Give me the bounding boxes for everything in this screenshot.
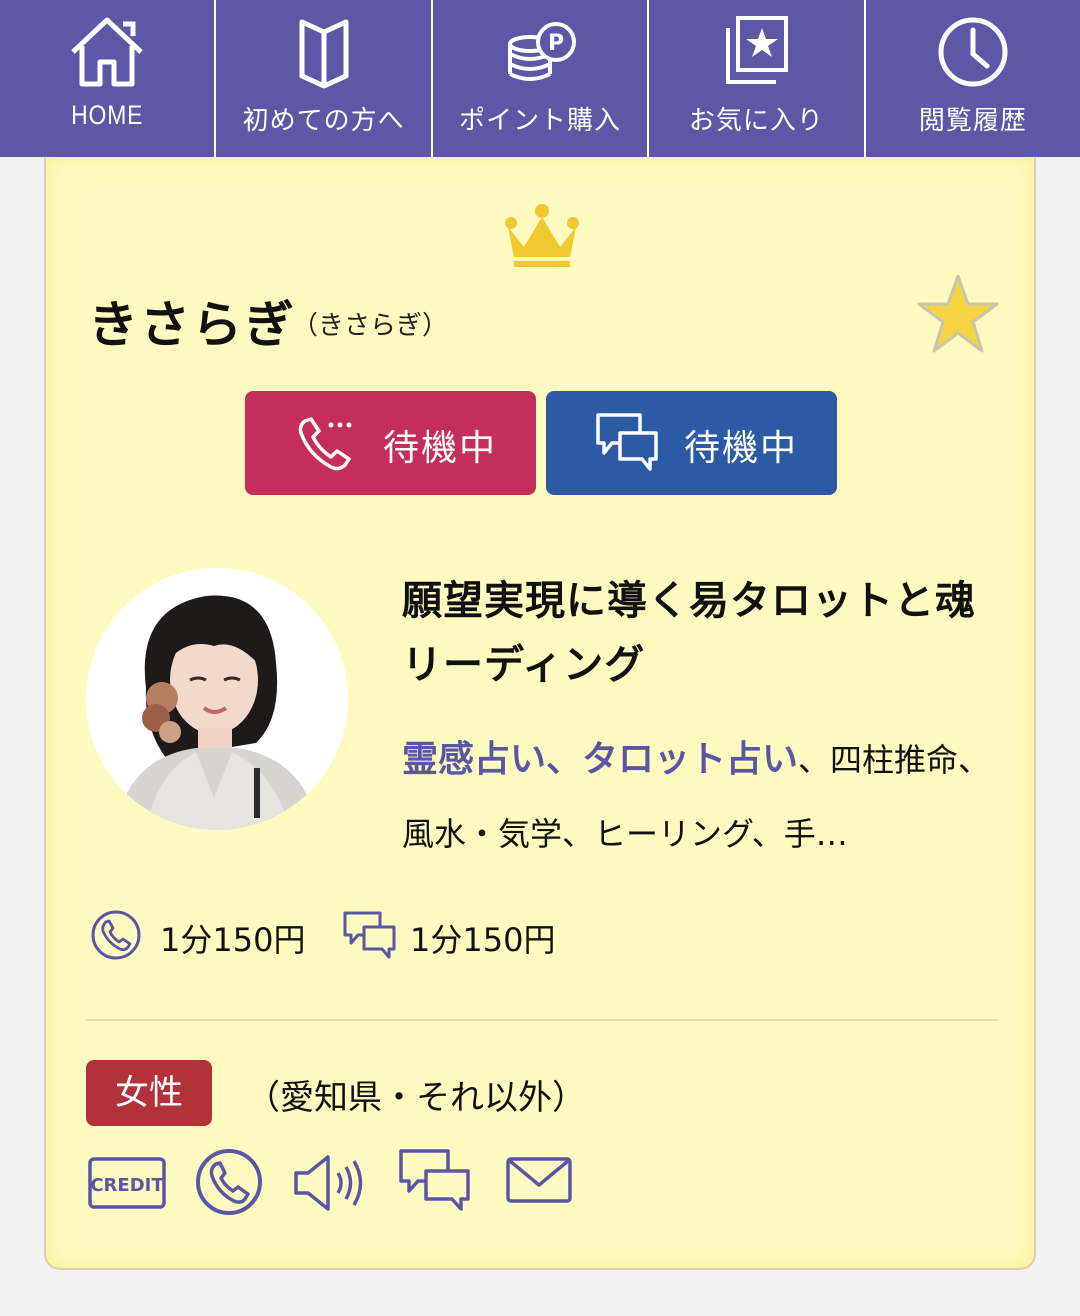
nav-buy-points[interactable]: P ポイント購入 [433,0,650,157]
feature-icons: CREDIT [86,1147,606,1227]
top-nav: HOME 初めての方へ P ポイント購入 お気に入り 閲覧履歴 [0,0,1080,157]
name-reading: （きさらぎ） [292,311,449,341]
nav-home[interactable]: HOME [0,0,217,157]
svg-text:P: P [548,31,564,56]
phone-status-label: 待機中 [383,428,498,469]
genre-list: 霊感占い、タロット占い、四柱推命、風水・気学、ヒーリング、手… [402,723,1002,871]
nav-history-label: 閲覧履歴 [918,106,1027,136]
avatar-photo [86,568,348,830]
nav-history[interactable]: 閲覧履歴 [866,0,1080,157]
mail-icon [506,1157,572,1203]
favorite-star-icon[interactable] [916,272,1000,356]
nav-favorites-label: お気に入り [688,106,824,136]
credit-icon: CREDIT [88,1157,166,1209]
gender-badge: 女性 [86,1060,212,1126]
book-icon [299,19,349,89]
voice-icon [294,1155,363,1211]
svg-text:CREDIT: CREDIT [90,1175,164,1196]
nav-first-time-label: 初めての方へ [242,106,405,136]
phone-icon [196,1149,262,1215]
nav-buy-points-label: ポイント購入 [459,106,622,136]
chat-icon [399,1149,470,1211]
price-row: 1分150円 1分150円 [90,905,690,965]
phone-waiting-icon [298,417,352,471]
phone-price-icon [91,910,141,960]
fortune-teller-name: きさらぎ [88,296,296,354]
phone-price: 1分150円 [160,921,306,959]
fortune-teller-catchphrase: 願望実現に導く易タロットと魂リーディング [402,578,976,688]
fortune-teller-card[interactable]: きさらぎ （きさらぎ） 待機中 待機中 願望実現に導く易タロットと魂リーディング… [44,157,1036,1270]
chat-status-button[interactable]: 待機中 [546,391,837,495]
location-text: （愛知県・それ以外） [246,1078,586,1118]
clock-icon [938,17,1008,87]
avatar[interactable] [86,568,348,830]
nav-first-time[interactable]: 初めての方へ [216,0,433,157]
divider [86,1019,998,1021]
crown-icon [505,204,579,267]
chat-waiting-icon [596,413,658,471]
chat-price-icon [343,911,396,959]
chat-status-label: 待機中 [684,428,799,469]
coins-icon: P [508,22,577,81]
phone-status-button[interactable]: 待機中 [245,391,536,495]
favorites-icon [726,16,789,84]
nav-home-label: HOME [71,100,144,130]
chat-price: 1分150円 [410,921,556,959]
home-icon [71,17,143,87]
nav-favorites[interactable]: お気に入り [649,0,866,157]
genre-highlighted: 霊感占い、タロット占い [402,739,799,780]
